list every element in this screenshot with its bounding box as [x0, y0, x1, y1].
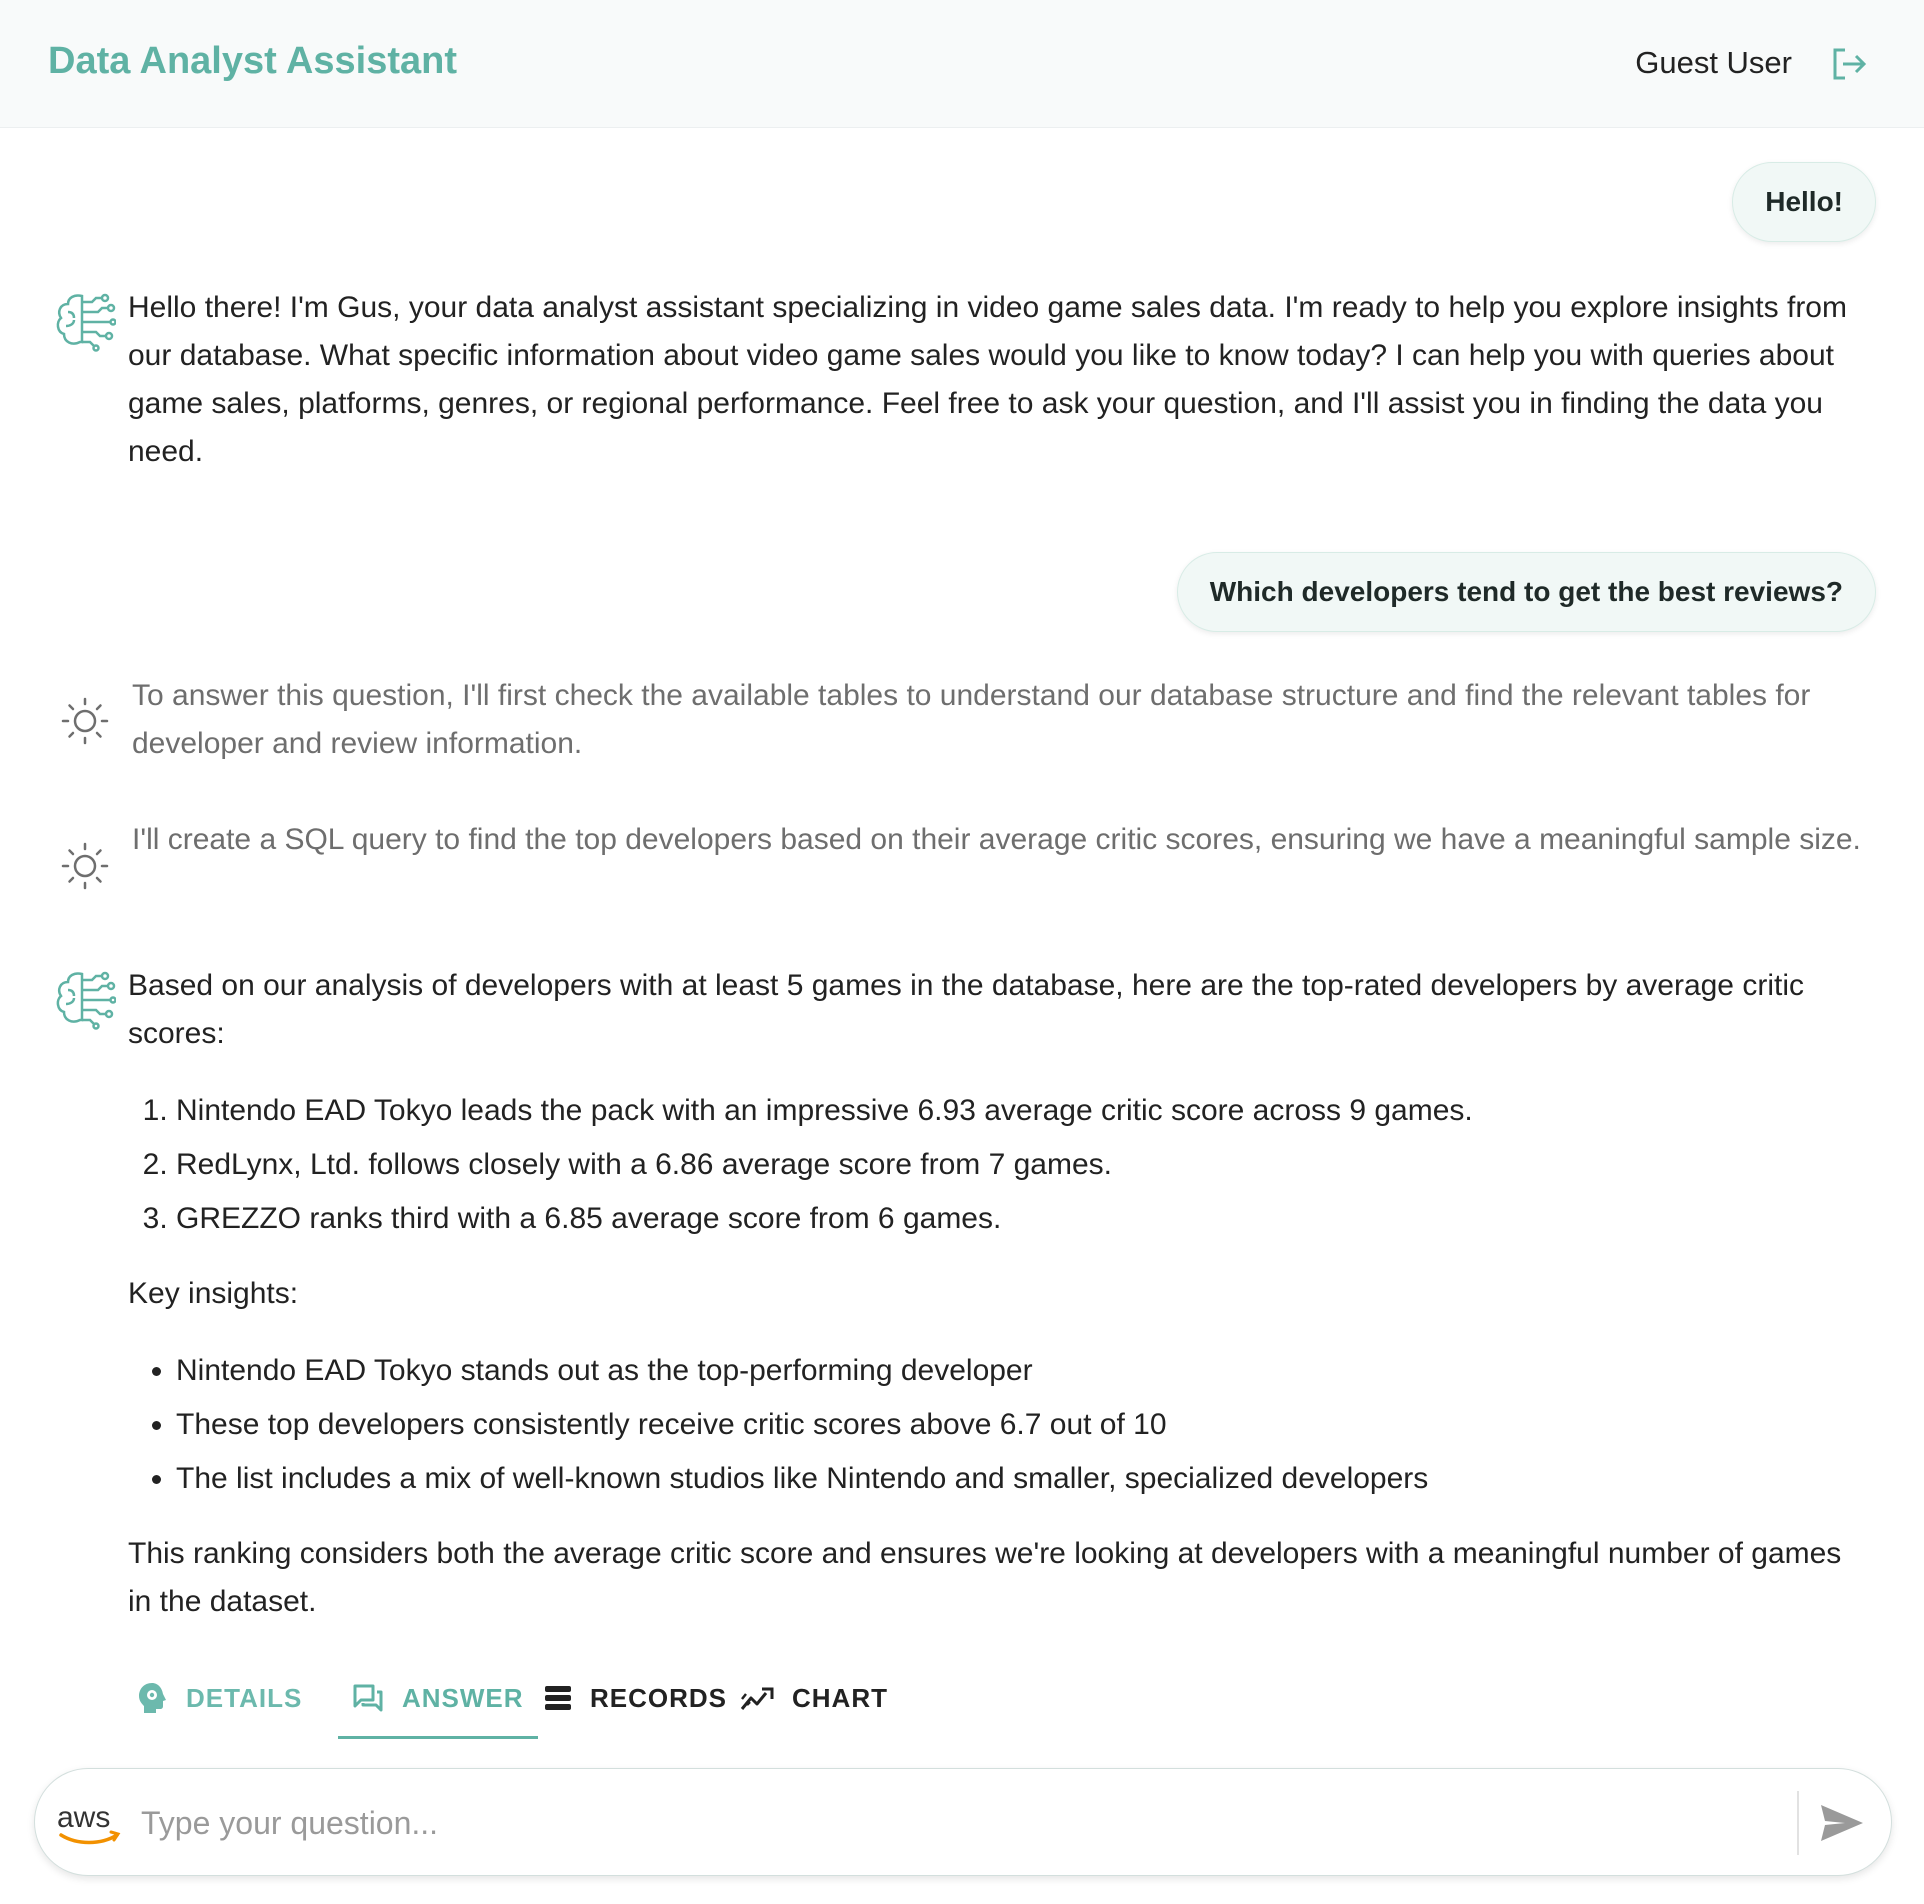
- user-message-text: Which developers tend to get the best re…: [1209, 576, 1843, 607]
- brain-circuit-icon: [56, 971, 116, 1030]
- tab-chart[interactable]: CHART: [740, 1660, 888, 1736]
- insights-heading: Key insights:: [128, 1277, 299, 1310]
- aws-logo: aws: [57, 1801, 121, 1845]
- tab-chart-label: CHART: [792, 1682, 888, 1713]
- send-icon[interactable]: [1811, 1793, 1871, 1853]
- tab-details-label: DETAILS: [186, 1682, 303, 1713]
- tab-answer-label: ANSWER: [402, 1682, 524, 1713]
- lightbulb-icon: [61, 842, 109, 890]
- question-input[interactable]: [139, 1791, 1793, 1855]
- list-item: These top developers consistently receiv…: [176, 1398, 1428, 1452]
- user-message-bubble: Hello!: [1732, 162, 1876, 242]
- brain-gear-icon: [139, 1683, 166, 1713]
- lightbulb-icon: [61, 697, 109, 745]
- thinking-step-text: To answer this question, I'll first chec…: [132, 679, 1811, 760]
- logout-icon[interactable]: [1830, 46, 1868, 82]
- question-input-bar: aws: [34, 1768, 1892, 1876]
- app-title: Data Analyst Assistant: [48, 40, 457, 82]
- user-message-text: Hello!: [1765, 186, 1843, 217]
- brain-circuit-icon: [56, 293, 116, 352]
- user-message-bubble: Which developers tend to get the best re…: [1176, 552, 1876, 632]
- user-name: Guest User: [1635, 45, 1792, 80]
- tab-records-label: RECORDS: [590, 1682, 728, 1713]
- thinking-step-text: I'll create a SQL query to find the top …: [132, 823, 1861, 856]
- assistant-message-text: Hello there! I'm Gus, your data analyst …: [128, 291, 1847, 468]
- answer-conclusion-text: This ranking considers both the average …: [128, 1537, 1842, 1618]
- list-item: Nintendo EAD Tokyo leads the pack with a…: [176, 1084, 1473, 1138]
- answer-intro-text: Based on our analysis of developers with…: [128, 969, 1804, 1050]
- list-item: The list includes a mix of well-known st…: [176, 1452, 1428, 1506]
- input-divider: [1797, 1791, 1799, 1855]
- app-header: Data Analyst Assistant Guest User: [0, 0, 1924, 128]
- tab-answer[interactable]: ANSWER: [338, 1660, 538, 1739]
- list-icon: [545, 1686, 571, 1710]
- insights-list: Nintendo EAD Tokyo stands out as the top…: [128, 1344, 1428, 1506]
- tab-details[interactable]: DETAILS: [136, 1660, 302, 1736]
- tab-records[interactable]: RECORDS: [544, 1660, 727, 1736]
- list-item: Nintendo EAD Tokyo stands out as the top…: [176, 1344, 1428, 1398]
- chat-bubbles-icon: [353, 1684, 383, 1712]
- line-chart-icon: [740, 1687, 774, 1710]
- list-item: GREZZO ranks third with a 6.85 average s…: [176, 1192, 1473, 1246]
- aws-logo-text: aws: [57, 1801, 110, 1834]
- list-item: RedLynx, Ltd. follows closely with a 6.8…: [176, 1138, 1473, 1192]
- answer-ranked-list: Nintendo EAD Tokyo leads the pack with a…: [128, 1084, 1473, 1246]
